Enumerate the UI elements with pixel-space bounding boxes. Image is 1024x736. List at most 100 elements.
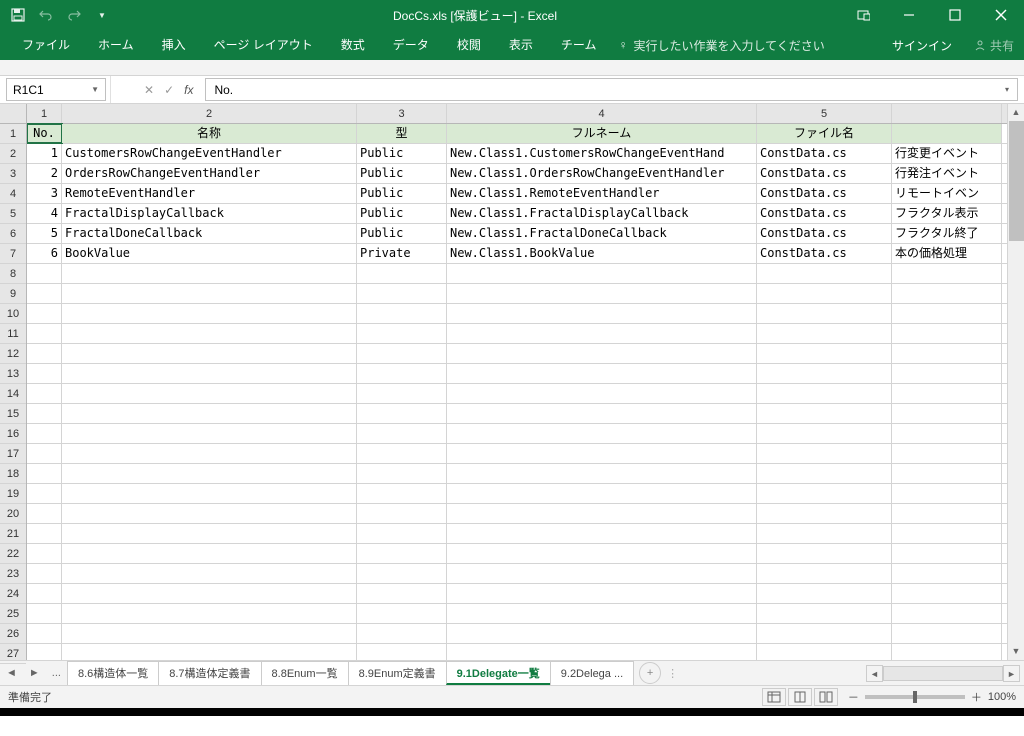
cell[interactable] <box>27 364 62 383</box>
tab-nav-ellipsis[interactable]: ... <box>46 667 67 679</box>
undo-icon[interactable] <box>38 7 54 23</box>
cell[interactable] <box>357 564 447 583</box>
cell[interactable] <box>62 384 357 403</box>
cell[interactable] <box>757 624 892 643</box>
cell[interactable]: 本の価格処理 <box>892 244 1002 263</box>
cell[interactable] <box>892 364 1002 383</box>
row-header[interactable]: 10 <box>0 304 26 324</box>
cell[interactable] <box>892 384 1002 403</box>
cell[interactable] <box>62 404 357 423</box>
minimize-icon[interactable] <box>886 0 932 30</box>
cell[interactable] <box>62 324 357 343</box>
scroll-right-icon[interactable]: ► <box>1003 665 1020 682</box>
cell[interactable] <box>447 364 757 383</box>
cell[interactable] <box>757 524 892 543</box>
column-header[interactable]: 1 <box>27 104 62 123</box>
cell[interactable] <box>892 624 1002 643</box>
cell[interactable]: New.Class1.FractalDisplayCallback <box>447 204 757 223</box>
cell[interactable] <box>62 644 357 660</box>
cell[interactable] <box>447 404 757 423</box>
cell[interactable]: FractalDoneCallback <box>62 224 357 243</box>
cell[interactable]: New.Class1.RemoteEventHandler <box>447 184 757 203</box>
cell[interactable] <box>892 444 1002 463</box>
expand-formula-icon[interactable]: ▾ <box>1005 85 1009 94</box>
save-icon[interactable] <box>10 7 26 23</box>
header-cell[interactable]: 名称 <box>62 124 357 143</box>
cell[interactable]: Public <box>357 184 447 203</box>
zoom-slider[interactable] <box>865 695 965 699</box>
cell[interactable] <box>757 604 892 623</box>
row-header[interactable]: 12 <box>0 344 26 364</box>
column-header[interactable]: 4 <box>447 104 757 123</box>
cell[interactable] <box>27 324 62 343</box>
cell[interactable] <box>27 604 62 623</box>
cell[interactable] <box>357 384 447 403</box>
cell[interactable] <box>27 444 62 463</box>
header-cell[interactable] <box>892 124 1002 143</box>
cell[interactable] <box>892 464 1002 483</box>
sheet-tab[interactable]: 8.9Enum定義書 <box>348 661 447 685</box>
cell[interactable] <box>892 644 1002 660</box>
ribbon-tab[interactable]: ページ レイアウト <box>200 30 327 60</box>
cell[interactable]: ConstData.cs <box>757 244 892 263</box>
cell[interactable]: Public <box>357 164 447 183</box>
row-header[interactable]: 13 <box>0 364 26 384</box>
cell[interactable] <box>357 404 447 423</box>
cell[interactable] <box>27 384 62 403</box>
cell[interactable] <box>62 604 357 623</box>
row-header[interactable]: 11 <box>0 324 26 344</box>
cell[interactable] <box>357 324 447 343</box>
cell[interactable] <box>892 264 1002 283</box>
row-header[interactable]: 8 <box>0 264 26 284</box>
cell[interactable] <box>447 604 757 623</box>
cell[interactable] <box>62 304 357 323</box>
cell[interactable]: CustomersRowChangeEventHandler <box>62 144 357 163</box>
cell[interactable]: Public <box>357 144 447 163</box>
cell[interactable]: ConstData.cs <box>757 144 892 163</box>
row-header[interactable]: 18 <box>0 464 26 484</box>
cell[interactable] <box>892 544 1002 563</box>
cell[interactable] <box>447 564 757 583</box>
sheet-tab[interactable]: 8.6構造体一覧 <box>67 661 159 685</box>
sheet-tab[interactable]: 8.7構造体定義書 <box>158 661 261 685</box>
cell[interactable] <box>447 624 757 643</box>
cell[interactable] <box>892 404 1002 423</box>
cell[interactable] <box>357 524 447 543</box>
column-header[interactable] <box>892 104 1002 123</box>
hscroll-track[interactable] <box>883 666 1003 681</box>
fx-icon[interactable]: fx <box>184 83 193 97</box>
cell[interactable] <box>62 544 357 563</box>
row-header[interactable]: 1 <box>0 124 26 144</box>
cell[interactable]: 5 <box>27 224 62 243</box>
ribbon-tab[interactable]: ファイル <box>8 30 84 60</box>
cell[interactable] <box>27 264 62 283</box>
cell[interactable] <box>757 304 892 323</box>
cell[interactable]: New.Class1.FractalDoneCallback <box>447 224 757 243</box>
cell[interactable]: 1 <box>27 144 62 163</box>
cell[interactable] <box>892 504 1002 523</box>
cell[interactable] <box>892 484 1002 503</box>
close-icon[interactable] <box>978 0 1024 30</box>
cell[interactable]: Private <box>357 244 447 263</box>
cell[interactable] <box>757 284 892 303</box>
cell[interactable] <box>447 524 757 543</box>
cell[interactable] <box>892 604 1002 623</box>
cell[interactable]: リモートイベン <box>892 184 1002 203</box>
cell[interactable] <box>62 484 357 503</box>
cell[interactable] <box>447 584 757 603</box>
zoom-out-button[interactable]: － <box>848 689 859 705</box>
row-header[interactable]: 4 <box>0 184 26 204</box>
column-header[interactable]: 2 <box>62 104 357 123</box>
row-header[interactable]: 2 <box>0 144 26 164</box>
zoom-level[interactable]: 100% <box>988 691 1016 703</box>
cell[interactable] <box>757 564 892 583</box>
cell[interactable] <box>757 484 892 503</box>
cell[interactable] <box>892 424 1002 443</box>
cell[interactable]: 6 <box>27 244 62 263</box>
cell[interactable] <box>357 424 447 443</box>
tab-nav-prev[interactable]: ◄ <box>0 667 23 679</box>
row-header[interactable]: 26 <box>0 624 26 644</box>
header-cell[interactable]: 型 <box>357 124 447 143</box>
maximize-icon[interactable] <box>932 0 978 30</box>
row-header[interactable]: 25 <box>0 604 26 624</box>
